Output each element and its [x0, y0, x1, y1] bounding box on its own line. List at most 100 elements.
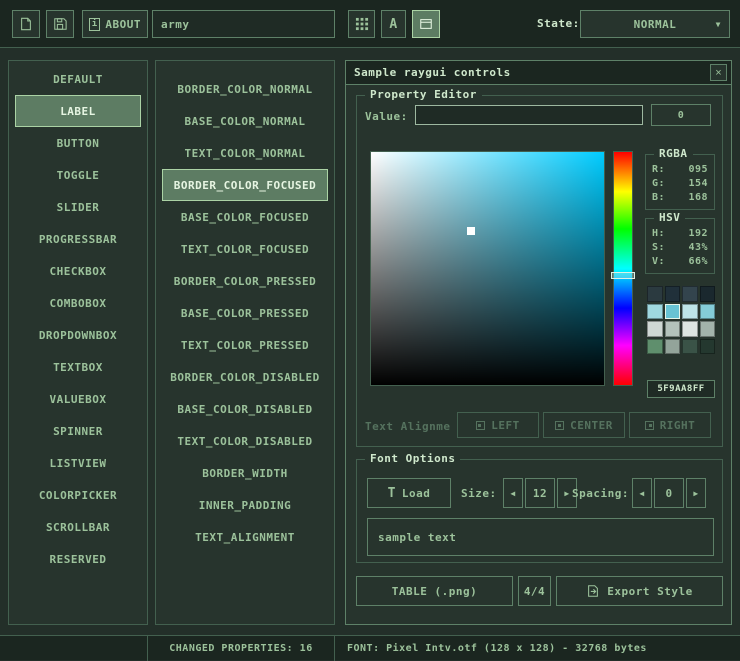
hue-slider-handle[interactable] — [611, 272, 635, 279]
property-item-base_color_disabled[interactable]: BASE_COLOR_DISABLED — [162, 393, 328, 425]
control-item-button[interactable]: BUTTON — [15, 127, 141, 159]
spacing-value-box[interactable]: 0 — [654, 478, 684, 508]
sample-text-input[interactable]: sample text — [367, 518, 714, 556]
property-item-border_color_disabled[interactable]: BORDER_COLOR_DISABLED — [162, 361, 328, 393]
control-item-label[interactable]: LABEL — [15, 95, 141, 127]
align-left-button[interactable]: LEFT — [457, 412, 539, 438]
style-name-input[interactable] — [152, 10, 335, 38]
palette-swatch-3[interactable] — [700, 286, 716, 302]
property-item-text_color_normal[interactable]: TEXT_COLOR_NORMAL — [162, 137, 328, 169]
export-style-button[interactable]: Export Style — [556, 576, 723, 606]
property-editor-group: Property Editor Value: 0 RGBA R: 095 G: … — [356, 95, 723, 447]
palette-swatch-5[interactable] — [665, 304, 681, 320]
control-item-listview[interactable]: LISTVIEW — [15, 447, 141, 479]
h-value: 192 — [688, 227, 708, 241]
hsv-label: HSV — [654, 211, 685, 224]
export-button-label: Export Style — [607, 585, 692, 598]
g-value: 154 — [688, 177, 708, 191]
font-info-status: FONT: Pixel Intv.otf (128 x 128) - 32768… — [335, 636, 740, 661]
state-dropdown[interactable]: NORMAL ▼ — [580, 10, 730, 38]
palette-swatch-13[interactable] — [665, 339, 681, 355]
font-load-icon: T — [388, 486, 396, 501]
property-item-base_color_focused[interactable]: BASE_COLOR_FOCUSED — [162, 201, 328, 233]
palette-swatch-11[interactable] — [700, 321, 716, 337]
control-item-combobox[interactable]: COMBOBOX — [15, 287, 141, 319]
hue-slider[interactable] — [613, 151, 633, 386]
control-item-default[interactable]: DEFAULT — [15, 63, 141, 95]
align-right-button[interactable]: RIGHT — [629, 412, 711, 438]
hex-value-box[interactable]: 5F9AA8FF — [647, 380, 715, 398]
font-options-label: Font Options — [365, 452, 460, 465]
size-decrease-button[interactable]: ◀ — [503, 478, 523, 508]
property-item-text_color_focused[interactable]: TEXT_COLOR_FOCUSED — [162, 233, 328, 265]
arrow-right-icon: ▶ — [564, 489, 569, 498]
palette-swatch-6[interactable] — [682, 304, 698, 320]
value-count-box[interactable]: 0 — [651, 104, 711, 126]
property-item-border_color_normal[interactable]: BORDER_COLOR_NORMAL — [162, 73, 328, 105]
size-label: Size: — [461, 487, 497, 500]
control-item-scrollbar[interactable]: SCROLLBAR — [15, 511, 141, 543]
palette-swatch-12[interactable] — [647, 339, 663, 355]
palette-swatch-10[interactable] — [682, 321, 698, 337]
hsv-v-row: V: 66% — [652, 255, 708, 269]
controls-view-button[interactable] — [412, 10, 440, 38]
sample-window-titlebar[interactable]: Sample raygui controls × — [346, 61, 731, 85]
control-item-checkbox[interactable]: CHECKBOX — [15, 255, 141, 287]
file-icon — [19, 17, 33, 31]
property-item-border_width[interactable]: BORDER_WIDTH — [162, 457, 328, 489]
color-picker-cursor[interactable] — [467, 227, 475, 235]
property-item-base_color_normal[interactable]: BASE_COLOR_NORMAL — [162, 105, 328, 137]
property-item-text_color_pressed[interactable]: TEXT_COLOR_PRESSED — [162, 329, 328, 361]
palette-swatch-7[interactable] — [700, 304, 716, 320]
property-item-inner_padding[interactable]: INNER_PADDING — [162, 489, 328, 521]
property-item-border_color_pressed[interactable]: BORDER_COLOR_PRESSED — [162, 265, 328, 297]
sample-text: sample text — [378, 531, 456, 544]
palette-swatch-0[interactable] — [647, 286, 663, 302]
palette-swatch-1[interactable] — [665, 286, 681, 302]
sample-window-title: Sample raygui controls — [354, 66, 710, 79]
palette-swatch-9[interactable] — [665, 321, 681, 337]
control-item-spinner[interactable]: SPINNER — [15, 415, 141, 447]
info-icon: i — [89, 18, 100, 31]
property-item-text_color_disabled[interactable]: TEXT_COLOR_DISABLED — [162, 425, 328, 457]
close-button[interactable]: × — [710, 64, 727, 81]
control-item-colorpicker[interactable]: COLORPICKER — [15, 479, 141, 511]
property-item-text_alignment[interactable]: TEXT_ALIGNMENT — [162, 521, 328, 553]
sample-controls-window: Sample raygui controls × Property Editor… — [345, 60, 732, 625]
control-item-progressbar[interactable]: PROGRESSBAR — [15, 223, 141, 255]
about-button[interactable]: i ABOUT — [82, 10, 148, 38]
arrow-left-icon: ◀ — [639, 489, 644, 498]
property-item-base_color_pressed[interactable]: BASE_COLOR_PRESSED — [162, 297, 328, 329]
size-value-box[interactable]: 12 — [525, 478, 555, 508]
value-input[interactable] — [415, 105, 643, 125]
font-options-group: Font Options T Load Size: ◀ 12 ▶ Spacing… — [356, 459, 723, 563]
table-format-dropdown[interactable]: TABLE (.png) — [356, 576, 513, 606]
font-mode-button[interactable]: A — [381, 10, 406, 38]
save-style-button[interactable] — [46, 10, 74, 38]
palette-swatch-2[interactable] — [682, 286, 698, 302]
load-font-button[interactable]: T Load — [367, 478, 451, 508]
palette-swatch-8[interactable] — [647, 321, 663, 337]
align-center-label: CENTER — [570, 419, 613, 432]
palette-swatch-14[interactable] — [682, 339, 698, 355]
align-center-button[interactable]: CENTER — [543, 412, 625, 438]
control-item-slider[interactable]: SLIDER — [15, 191, 141, 223]
color-saturation-value-picker[interactable] — [370, 151, 605, 386]
align-right-label: RIGHT — [660, 419, 696, 432]
new-style-button[interactable] — [12, 10, 40, 38]
style-table-mode-button[interactable] — [348, 10, 375, 38]
control-item-valuebox[interactable]: VALUEBOX — [15, 383, 141, 415]
control-item-textbox[interactable]: TEXTBOX — [15, 351, 141, 383]
table-format-label: TABLE (.png) — [392, 585, 477, 598]
palette-swatch-15[interactable] — [700, 339, 716, 355]
control-item-reserved[interactable]: RESERVED — [15, 543, 141, 575]
spacing-increase-button[interactable]: ▶ — [686, 478, 706, 508]
g-label: G: — [652, 177, 665, 191]
palette-swatch-4[interactable] — [647, 304, 663, 320]
control-item-toggle[interactable]: TOGGLE — [15, 159, 141, 191]
align-left-label: LEFT — [491, 419, 520, 432]
spacing-decrease-button[interactable]: ◀ — [632, 478, 652, 508]
property-item-border_color_focused[interactable]: BORDER_COLOR_FOCUSED — [162, 169, 328, 201]
control-item-dropdownbox[interactable]: DROPDOWNBOX — [15, 319, 141, 351]
chevron-down-icon: ▼ — [716, 20, 721, 29]
